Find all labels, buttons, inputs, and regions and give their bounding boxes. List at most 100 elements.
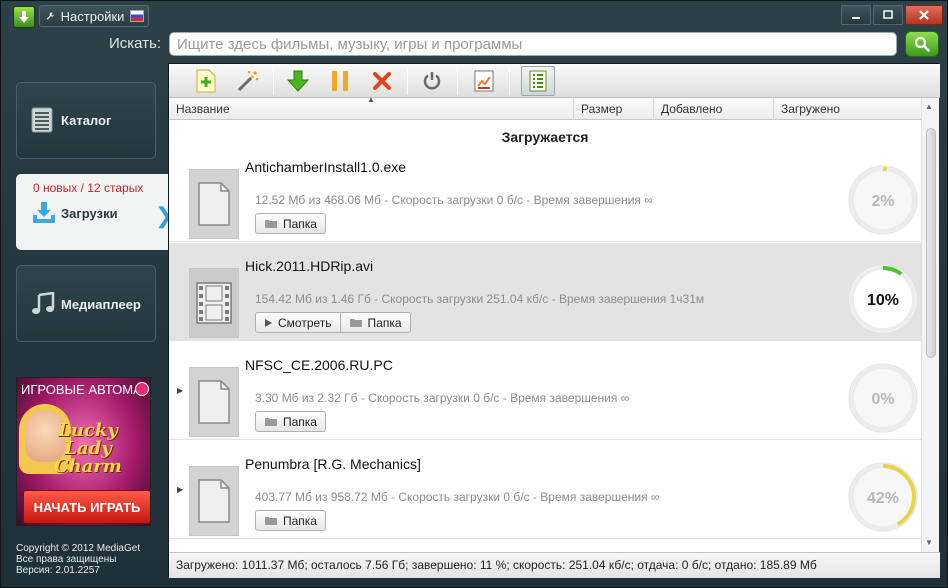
folder-icon xyxy=(265,418,277,426)
ad-info-badge-icon[interactable] xyxy=(135,382,149,396)
progress-percent: 0% xyxy=(871,391,894,408)
list-icon xyxy=(31,107,53,133)
toolbar-separator xyxy=(273,67,274,95)
delete-button[interactable] xyxy=(365,66,399,96)
column-added[interactable]: Добавлено xyxy=(653,98,773,120)
item-actions: Папка xyxy=(255,213,326,234)
russian-flag-icon[interactable] xyxy=(130,10,144,22)
open-folder-button[interactable]: Папка xyxy=(255,510,326,531)
document-icon xyxy=(198,479,230,523)
toolbar-separator xyxy=(457,67,458,95)
sidebar-item-mediaplayer[interactable]: Медиаплеер xyxy=(16,265,156,342)
column-name[interactable]: Название xyxy=(169,98,573,120)
list-item[interactable]: ▶ NFSC_CE.2006.RU.PC 3.30 Мб из 2.32 Гб … xyxy=(169,342,921,440)
magic-wand-icon xyxy=(237,70,259,92)
list-view-button[interactable] xyxy=(521,66,555,96)
scroll-down-icon[interactable]: ▼ xyxy=(925,538,933,547)
item-actions: Папка xyxy=(255,510,326,531)
progress-ring: 2% xyxy=(848,165,918,235)
list-item[interactable]: AntichamberInstall1.0.exe 12.52 Мб из 46… xyxy=(169,144,921,242)
open-folder-label: Папка xyxy=(367,315,402,330)
file-thumbnail xyxy=(189,367,239,437)
report-icon xyxy=(474,70,494,92)
download-counts: 0 новых / 12 старых xyxy=(33,181,144,195)
sidebar-item-label: Медиаплеер xyxy=(61,297,141,312)
report-button[interactable] xyxy=(467,66,501,96)
music-note-icon xyxy=(32,292,55,314)
video-thumbnail xyxy=(189,268,239,338)
start-download-button[interactable] xyxy=(281,66,315,96)
maximize-icon xyxy=(883,10,893,19)
list-item[interactable]: ▶ Penumbra [R.G. Mechanics] 403.77 Мб из… xyxy=(169,441,921,539)
progress-ring: 10% xyxy=(848,264,918,334)
folder-icon xyxy=(265,517,277,525)
toolbar xyxy=(169,64,940,98)
vertical-scrollbar[interactable]: ▲ ▼ xyxy=(921,98,939,552)
ad-title: ИГРОВЫЕ АВТОМА xyxy=(21,382,142,397)
wrench-icon xyxy=(46,12,54,20)
file-name: Hick.2011.HDRip.avi xyxy=(245,258,374,274)
shutdown-button[interactable] xyxy=(415,66,449,96)
watch-button[interactable]: Смотреть xyxy=(255,312,341,333)
close-icon xyxy=(919,10,929,20)
settings-button[interactable]: Настройки xyxy=(39,5,149,27)
pause-button[interactable] xyxy=(323,66,357,96)
folder-icon xyxy=(265,220,277,228)
close-button[interactable] xyxy=(905,5,943,25)
list-item[interactable]: Hick.2011.HDRip.avi 154.42 Мб из 1.46 Гб… xyxy=(169,243,921,341)
file-thumbnail xyxy=(189,466,239,536)
scroll-up-icon[interactable]: ▲ xyxy=(925,102,933,111)
mediaget-logo-icon[interactable] xyxy=(13,6,35,28)
folder-icon xyxy=(349,319,362,327)
search-button[interactable] xyxy=(905,31,939,57)
document-icon xyxy=(198,380,230,424)
expand-arrow-icon[interactable]: ▶ xyxy=(177,386,183,395)
film-strip-icon xyxy=(196,282,232,324)
file-progress-info: 154.42 Мб из 1.46 Гб - Скорость загрузки… xyxy=(255,292,705,306)
delete-icon xyxy=(373,72,391,90)
file-name: NFSC_CE.2006.RU.PC xyxy=(245,357,393,373)
maximize-button[interactable] xyxy=(873,5,903,25)
open-folder-button[interactable]: Папка xyxy=(255,213,326,234)
expand-arrow-icon[interactable]: ▶ xyxy=(177,485,183,494)
progress-percent: 2% xyxy=(871,193,894,210)
progress-ring: 42% xyxy=(848,462,918,532)
app-version: Версия: 2.01.2257 xyxy=(16,565,100,576)
open-folder-label: Папка xyxy=(283,513,317,528)
scrollbar-thumb[interactable] xyxy=(926,128,936,358)
open-folder-label: Папка xyxy=(283,414,317,429)
ad-brand-logo: Lucky Lady Charm xyxy=(54,420,122,477)
download-list: Загружается AntichamberInstall1.0.exe 12… xyxy=(169,121,921,551)
minimize-button[interactable] xyxy=(841,5,871,25)
ad-play-button[interactable]: НАЧАТЬ ИГРАТЬ xyxy=(23,490,150,524)
item-actions: Смотреть Папка xyxy=(255,312,411,333)
magic-wand-button[interactable] xyxy=(231,66,265,96)
file-progress-info: 12.52 Мб из 468.06 Мб - Скорость загрузк… xyxy=(255,193,653,207)
sidebar-item-label: Загрузки xyxy=(61,206,118,221)
add-torrent-icon xyxy=(196,69,216,93)
open-folder-button[interactable]: Папка xyxy=(255,411,326,432)
advertisement-banner[interactable]: ИГРОВЫЕ АВТОМА Lucky Lady Charm НАЧАТЬ И… xyxy=(16,377,151,526)
file-name: Penumbra [R.G. Mechanics] xyxy=(245,456,421,472)
open-folder-label: Папка xyxy=(283,216,317,231)
downloads-panel: ▲ Название Размер Добавлено Загружено За… xyxy=(168,63,940,578)
sidebar-item-downloads[interactable]: 0 новых / 12 старых Загрузки ❯ xyxy=(16,174,173,250)
app-window: Настройки Искать: Каталог 0 новых / 12 с… xyxy=(0,0,948,588)
column-size[interactable]: Размер xyxy=(573,98,653,120)
open-folder-button[interactable]: Папка xyxy=(339,312,411,333)
list-view-icon xyxy=(529,70,547,92)
search-input[interactable] xyxy=(169,32,897,56)
copyright-line: Copyright © 2012 MediaGet xyxy=(16,543,141,554)
pause-icon xyxy=(332,71,348,91)
file-progress-info: 403.77 Мб из 958.72 Мб - Скорость загруз… xyxy=(255,490,660,504)
column-downloaded[interactable]: Загружено xyxy=(773,98,921,120)
sidebar-item-catalog[interactable]: Каталог xyxy=(16,82,156,159)
column-header: ▲ Название Размер Добавлено Загружено xyxy=(169,95,921,120)
add-torrent-button[interactable] xyxy=(189,66,223,96)
status-bar: Загружено: 1011.37 Мб; осталось 7.56 Гб;… xyxy=(169,552,940,578)
section-title: Загружается xyxy=(501,129,589,145)
power-icon xyxy=(423,72,441,90)
watch-label: Смотреть xyxy=(278,315,332,330)
minimize-icon xyxy=(852,17,860,19)
progress-percent: 42% xyxy=(867,490,899,507)
